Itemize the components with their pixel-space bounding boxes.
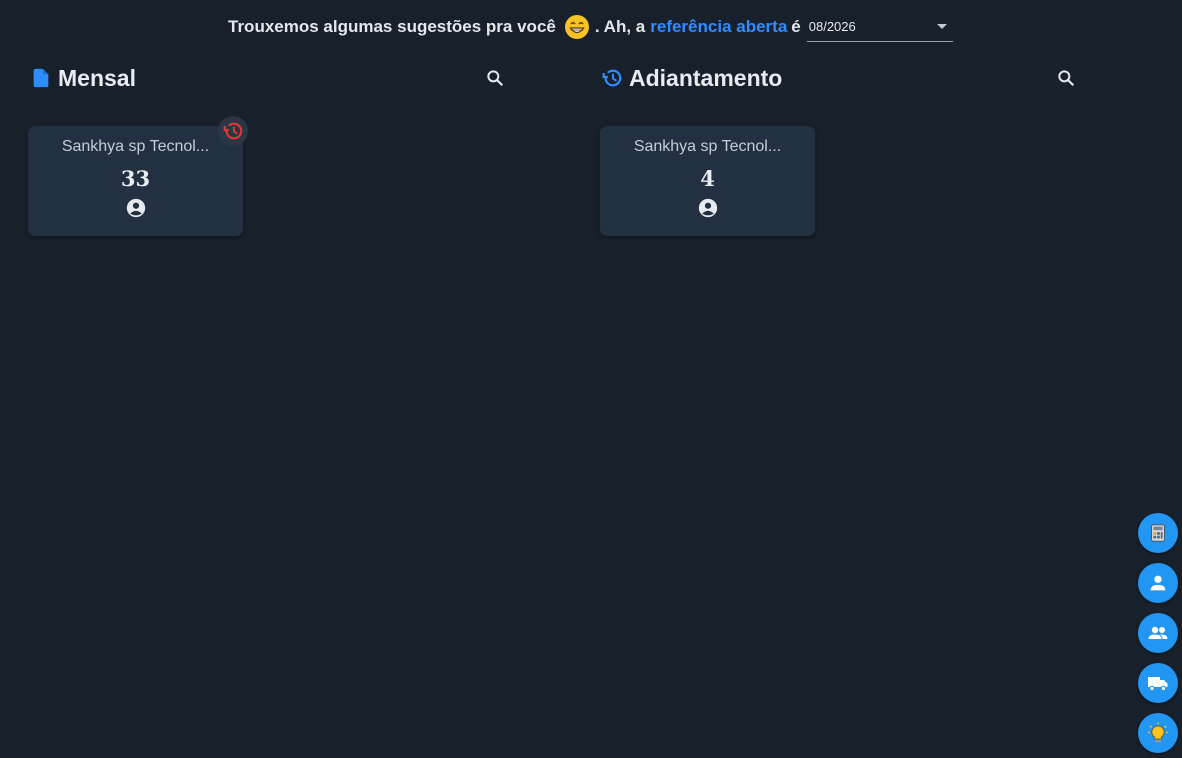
lightbulb-fab[interactable]	[1138, 713, 1178, 753]
adiantamento-title: Adiantamento	[629, 64, 783, 91]
calculator-icon	[1151, 524, 1165, 542]
people-fab[interactable]	[1138, 613, 1178, 653]
search-icon	[1058, 70, 1074, 86]
banner-middle: . Ah, a	[594, 17, 646, 36]
mensal-title: Mensal	[58, 64, 136, 91]
chevron-down-icon	[936, 24, 947, 29]
banner-suffix: é	[791, 17, 801, 36]
adiantamento-search-button[interactable]	[1054, 66, 1078, 90]
document-icon	[30, 67, 52, 89]
search-icon	[487, 70, 503, 86]
user-circle-icon	[125, 197, 147, 219]
adiantamento-company-card[interactable]: Sankhya sp Tecnol... 4	[600, 126, 815, 236]
banner-prefix: Trouxemos algumas sugestões pra você	[228, 17, 556, 36]
employee-count: 4	[700, 166, 715, 191]
lightbulb-icon	[1148, 722, 1168, 743]
grin-emoji-icon	[564, 14, 590, 40]
pending-history-badge[interactable]	[218, 116, 248, 146]
employee-count: 33	[120, 166, 151, 191]
history-icon	[601, 67, 623, 89]
person-icon	[1150, 575, 1166, 591]
section-title-mensal: Mensal	[30, 62, 136, 94]
suggestion-banner: Trouxemos algumas sugestões pra você . A…	[228, 10, 953, 44]
company-name: Sankhya sp Tecnol...	[633, 138, 782, 155]
reference-select[interactable]: 08/2026	[806, 12, 953, 42]
mensal-company-card[interactable]: Sankhya sp Tecnol... 33	[28, 126, 243, 236]
calculator-fab[interactable]	[1138, 513, 1178, 553]
reference-value: 08/2026	[808, 19, 856, 34]
section-title-adiantamento: Adiantamento	[601, 62, 782, 94]
reference-link[interactable]: referência aberta	[650, 17, 787, 37]
page: Trouxemos algumas sugestões pra você . A…	[0, 0, 1182, 758]
truck-fab[interactable]	[1138, 663, 1178, 703]
user-circle-icon	[697, 197, 719, 219]
history-alert-icon	[223, 122, 243, 140]
person-fab[interactable]	[1138, 563, 1178, 603]
truck-icon	[1148, 677, 1168, 692]
people-icon	[1148, 626, 1168, 639]
mensal-search-button[interactable]	[483, 66, 507, 90]
company-name: Sankhya sp Tecnol...	[61, 138, 210, 155]
